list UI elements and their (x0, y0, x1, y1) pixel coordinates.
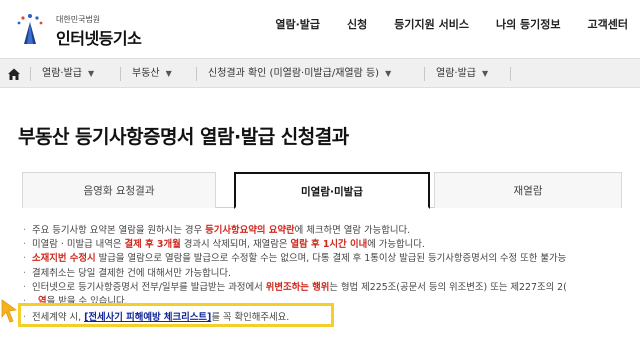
breadcrumb-divider (196, 67, 197, 81)
breadcrumb-item-real-estate[interactable]: 부동산 ▼ (132, 59, 172, 89)
logo-title: 인터넷등기소 (56, 29, 142, 48)
notice-text: 결제취소는 당일 결제한 건에 대해서만 가능합니다. (32, 267, 232, 279)
home-icon[interactable] (6, 66, 22, 82)
page-title: 부동산 등기사항증명서 열람·발급 신청결과 (18, 126, 349, 148)
notice-item: 소재지번 수정시 발급을 열람으로 열람을 발급으로 수정할 수는 없으며, 다… (22, 252, 640, 266)
notice-text: 인터넷으로 등기사항증명서 전부/일부를 발급받는 과정에서 (32, 281, 266, 293)
breadcrumb-label: 열람·발급 (42, 68, 82, 79)
notice-emphasis: 결제 후 3개월 (124, 239, 181, 251)
notice-text: 는 형법 제225조(공문서 등의 위조변조) 또는 제227조의 2( (329, 281, 567, 293)
highlight-box (18, 303, 334, 327)
tab-shading-request[interactable]: 음영화 요청결과 (22, 172, 216, 208)
court-emblem-icon (17, 14, 43, 44)
breadcrumb-divider (424, 67, 425, 81)
notice-text: 에 체크하면 열람 가능합니다. (294, 225, 411, 236)
breadcrumb-divider (30, 67, 31, 81)
notice-text: 발급을 열람으로 열람을 발급으로 수정할 수는 없으며, 다통 결제 후 1통… (95, 253, 567, 265)
tab-unviewed-unissued[interactable]: 미열람·미발급 (234, 172, 430, 209)
result-tabs: 음영화 요청결과 미열람·미발급 재열람 (22, 172, 622, 209)
notice-item: 주요 등기사항 요약본 열람을 원하시는 경우 등기사항요약의 요약란에 체크하… (22, 224, 640, 238)
nav-view-issue[interactable]: 열람·발급 (275, 16, 320, 32)
chevron-down-icon: ▼ (165, 69, 172, 78)
nav-apply[interactable]: 신청 (347, 16, 367, 32)
notice-emphasis: 위변조하는 행위 (265, 281, 330, 293)
chevron-down-icon: ▼ (87, 69, 95, 78)
notice-text: 미열람 · 미발급 내역은 (32, 239, 125, 251)
breadcrumb-label: 신청결과 확인 (미열람·미발급/재열람 등) (208, 68, 380, 79)
notice-emphasis: 등기사항요약의 요약란 (205, 225, 295, 236)
notice-item: 인터넷으로 등기사항증명서 전부/일부를 발급받는 과정에서 위변조하는 행위는… (22, 281, 640, 295)
breadcrumb-divider (510, 67, 511, 81)
global-nav: 열람·발급 신청 등기지원 서비스 나의 등기정보 고객센터 (275, 16, 640, 32)
breadcrumb-divider (120, 67, 121, 81)
notice-emphasis: 열람 후 1시간 이내 (290, 239, 368, 251)
breadcrumb-label: 부동산 (132, 68, 160, 79)
breadcrumb-item-view-issue-sub[interactable]: 열람·발급 ▼ (436, 59, 488, 89)
logo-subtitle: 대한민국법원 (56, 15, 101, 24)
nav-customer-center[interactable]: 고객센터 (588, 16, 628, 32)
site-logo[interactable]: 대한민국법원 인터넷등기소 (12, 10, 162, 50)
notice-item: 미열람 · 미발급 내역은 결제 후 3개월 경과시 삭제되며, 재열람은 열람… (22, 238, 640, 252)
nav-registry-support[interactable]: 등기지원 서비스 (394, 16, 469, 32)
notice-text: 에 가능합니다. (367, 239, 425, 251)
tab-review[interactable]: 재열람 (434, 172, 622, 208)
site-header: 대한민국법원 인터넷등기소 열람·발급 신청 등기지원 서비스 나의 등기정보 … (0, 0, 640, 56)
chevron-down-icon: ▼ (481, 69, 489, 78)
breadcrumb-label: 열람·발급 (436, 68, 476, 79)
chevron-down-icon: ▼ (385, 69, 392, 78)
breadcrumb-item-view-issue[interactable]: 열람·발급 ▼ (42, 59, 94, 89)
breadcrumb-item-result-check[interactable]: 신청결과 확인 (미열람·미발급/재열람 등) ▼ (208, 59, 391, 89)
notice-item: 결제취소는 당일 결제한 건에 대해서만 가능합니다. (22, 267, 640, 281)
arrow-pointer-icon (1, 299, 18, 323)
notice-text: 주요 등기사항 요약본 열람을 원하시는 경우 (32, 225, 206, 236)
notice-text: 경과시 삭제되며, 재열람은 (180, 239, 291, 251)
notice-emphasis: 소재지번 수정시 (32, 253, 96, 265)
breadcrumb: 열람·발급 ▼ 부동산 ▼ 신청결과 확인 (미열람·미발급/재열람 등) ▼ 열람·… (0, 58, 640, 88)
nav-my-registry[interactable]: 나의 등기정보 (496, 16, 561, 32)
